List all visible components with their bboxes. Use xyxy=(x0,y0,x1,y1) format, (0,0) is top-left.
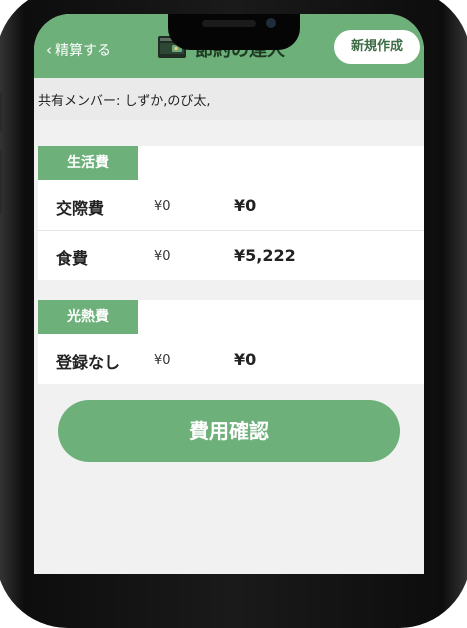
shared-members-bar: 共有メンバー: しずか,のび太, xyxy=(34,78,424,120)
expense-amount: ¥0 xyxy=(234,350,257,369)
category-section: 光熱費 登録なし ¥0 ¥0 xyxy=(38,300,424,384)
side-button xyxy=(0,150,2,214)
category-label: 光熱費 xyxy=(38,300,138,334)
expense-name: 登録なし xyxy=(56,353,121,372)
category-section: 生活費 交際費 ¥0 ¥0 食費 ¥0 ¥5,222 xyxy=(38,146,424,280)
app-screen: ‹ 精算する 節約の達人 新規作成 共有メンバー: しずか,のび太, 生活費 交際… xyxy=(34,14,424,574)
expense-confirm-button[interactable]: 費用確認 xyxy=(58,400,400,462)
side-button xyxy=(0,92,2,132)
expense-budget: ¥0 xyxy=(154,249,171,264)
expense-row[interactable]: 登録なし ¥0 ¥0 xyxy=(38,334,424,384)
phone-frame: ‹ 精算する 節約の達人 新規作成 共有メンバー: しずか,のび太, 生活費 交際… xyxy=(0,0,467,628)
expense-name: 交際費 xyxy=(56,199,105,218)
expense-amount: ¥0 xyxy=(234,196,257,215)
expense-row[interactable]: 交際費 ¥0 ¥0 xyxy=(38,180,424,230)
category-label: 生活費 xyxy=(38,146,138,180)
expense-row[interactable]: 食費 ¥0 ¥5,222 xyxy=(38,230,424,280)
expense-name: 食費 xyxy=(56,249,89,268)
new-create-button[interactable]: 新規作成 xyxy=(334,30,420,64)
chevron-left-icon: ‹ xyxy=(46,41,52,59)
expense-budget: ¥0 xyxy=(154,199,171,214)
speaker-grille xyxy=(202,20,256,27)
shared-members-text: 共有メンバー: しずか,のび太, xyxy=(38,94,211,109)
expense-amount: ¥5,222 xyxy=(234,246,296,265)
back-button[interactable]: ‹ 精算する xyxy=(46,40,111,60)
front-camera xyxy=(266,18,276,28)
back-label: 精算する xyxy=(55,43,111,59)
phone-notch xyxy=(168,14,300,50)
expense-budget: ¥0 xyxy=(154,353,171,368)
